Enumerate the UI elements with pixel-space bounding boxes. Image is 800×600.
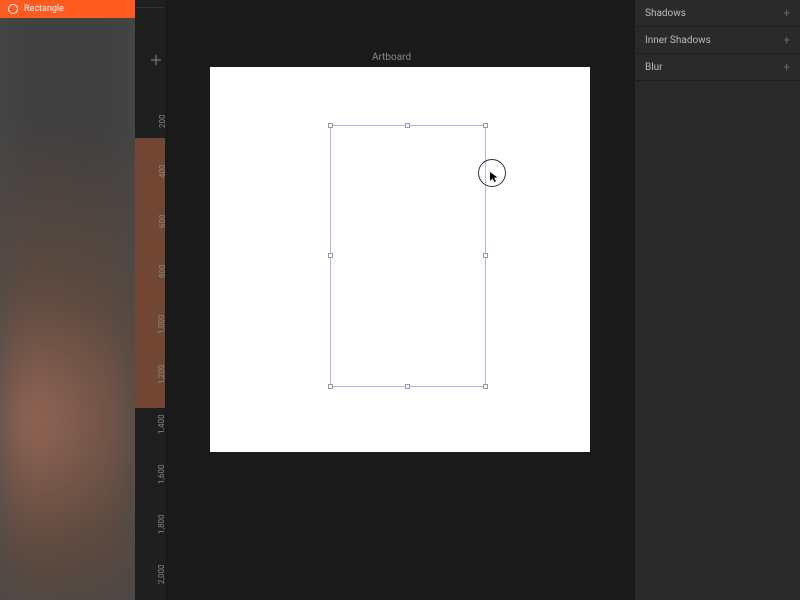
resize-handle-top-left[interactable] <box>328 123 333 128</box>
resize-handle-bottom-middle[interactable] <box>405 384 410 389</box>
vertical-ruler[interactable]: 2004006008001,0001,2001,4001,6001,8002,0… <box>135 0 165 600</box>
inspector-row-blur[interactable]: Blur + <box>635 54 800 81</box>
inspector-panel: Shadows + Inner Shadows + Blur + <box>635 0 800 600</box>
resize-handle-middle-right[interactable] <box>483 253 488 258</box>
cursor-indicator <box>478 159 506 187</box>
layer-shape-icon <box>8 4 18 14</box>
ruler-corner <box>135 0 165 8</box>
resize-handle-top-middle[interactable] <box>405 123 410 128</box>
layer-item-selected[interactable]: Rectangle <box>0 0 135 18</box>
inspector-row-label: Blur <box>645 62 663 73</box>
ruler-origin-icon <box>151 55 161 65</box>
inspector-row-shadows[interactable]: Shadows + <box>635 0 800 27</box>
layer-item-label: Rectangle <box>24 4 64 14</box>
add-inner-shadow-button[interactable]: + <box>783 33 790 47</box>
layers-panel-background <box>0 0 135 600</box>
layers-panel: Rectangle <box>0 0 135 600</box>
resize-handle-top-right[interactable] <box>483 123 488 128</box>
add-blur-button[interactable]: + <box>783 60 790 74</box>
cursor-arrow-icon <box>489 168 499 187</box>
inspector-row-label: Inner Shadows <box>645 35 711 46</box>
artboard[interactable] <box>210 67 590 452</box>
inspector-row-label: Shadows <box>645 8 686 19</box>
app-root: Rectangle 2004006008001,0001,2001,4001,6… <box>0 0 800 600</box>
resize-handle-middle-left[interactable] <box>328 253 333 258</box>
resize-handle-bottom-left[interactable] <box>328 384 333 389</box>
resize-handle-bottom-right[interactable] <box>483 384 488 389</box>
inspector-row-inner-shadows[interactable]: Inner Shadows + <box>635 27 800 54</box>
canvas-area[interactable]: Artboard <box>165 0 635 600</box>
artboard-label[interactable]: Artboard <box>372 52 411 63</box>
selected-rectangle-shape[interactable] <box>330 125 486 387</box>
add-shadow-button[interactable]: + <box>783 6 790 20</box>
